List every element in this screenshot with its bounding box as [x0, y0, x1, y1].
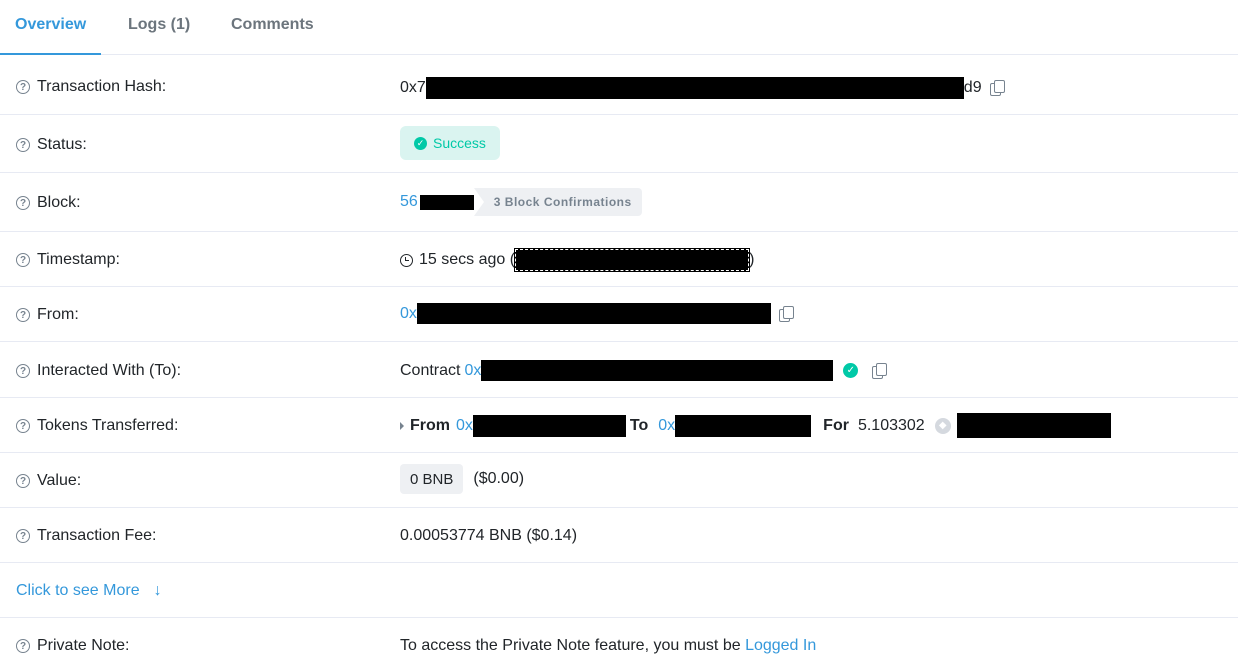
row-status: ? Status: ✓ Success — [0, 115, 1238, 173]
login-link[interactable]: Logged In — [745, 637, 816, 655]
label-text: Interacted With (To): — [37, 362, 182, 379]
row-timestamp: ? Timestamp: 15 secs ago ( ) — [0, 232, 1238, 287]
question-icon: ? — [16, 639, 30, 653]
block-number-link[interactable]: 56 — [400, 193, 418, 211]
contract-address-link[interactable]: 0x — [464, 362, 481, 380]
tx-hash-suffix: d9 — [963, 79, 982, 96]
question-icon: ? — [16, 308, 30, 322]
token-for-label: For — [823, 416, 849, 434]
block-confirmations-badge: 3 Block Confirmations — [473, 188, 642, 216]
interacted-value: Contract 0x ✓ — [400, 360, 888, 381]
label-block: ? Block: — [16, 194, 81, 212]
label-status: ? Status: — [16, 136, 87, 154]
label-transaction-hash: ? Transaction Hash: — [16, 78, 166, 96]
row-value: ? Value: 0 BNB ($0.00) — [0, 453, 1238, 508]
timestamp-ago: 15 secs ago ( — [419, 251, 516, 268]
redacted-block — [514, 248, 751, 272]
value-usd: ($0.00) — [473, 470, 525, 487]
from-value: 0x — [400, 303, 794, 324]
timestamp-close: ) — [749, 251, 755, 268]
tx-hash-prefix: 0x7 — [400, 79, 426, 96]
label-text: Value: — [37, 472, 82, 489]
row-tokens-transferred: ? Tokens Transferred: From 0x To 0x For … — [0, 398, 1238, 453]
row-transaction-fee: ? Transaction Fee: 0.00053774 BNB ($0.14… — [0, 508, 1238, 563]
label-interacted-with: ? Interacted With (To): — [16, 362, 181, 380]
block-value: 56 3 Block Confirmations — [400, 188, 642, 216]
redacted-block — [419, 194, 474, 210]
copy-icon[interactable] — [989, 80, 1005, 96]
status-badge: ✓ Success — [400, 126, 500, 160]
redacted-block — [472, 414, 626, 437]
arrow-down-icon: ↓ — [153, 582, 162, 599]
verified-contract-icon: ✓ — [843, 363, 859, 378]
question-icon: ? — [16, 253, 30, 267]
redacted-block — [956, 413, 1111, 438]
status-value: ✓ Success — [400, 126, 500, 160]
see-more-button[interactable]: Click to see More ↓ — [16, 582, 162, 600]
question-icon: ? — [16, 138, 30, 152]
label-tokens-transferred: ? Tokens Transferred: — [16, 417, 178, 435]
label-text: Status: — [37, 136, 87, 153]
label-text: Private Note: — [37, 637, 130, 654]
label-text: Block: — [37, 194, 81, 211]
label-private-note: ? Private Note: — [16, 637, 129, 655]
label-timestamp: ? Timestamp: — [16, 251, 120, 269]
question-icon: ? — [16, 196, 30, 210]
check-circle-icon: ✓ — [414, 136, 427, 150]
copy-icon[interactable] — [872, 362, 888, 379]
redacted-block — [481, 360, 834, 381]
tx-hash-value: 0x7 d9 — [400, 77, 1005, 99]
fee-text: 0.00053774 BNB ($0.14) — [400, 527, 578, 544]
row-private-note: ? Private Note: To access the Private No… — [0, 618, 1238, 663]
tab-bar: Overview Logs (1) Comments — [0, 0, 1238, 55]
token-to-link[interactable]: 0x — [658, 417, 675, 435]
row-interacted-with: ? Interacted With (To): Contract 0x ✓ — [0, 342, 1238, 398]
label-text: Transaction Hash: — [37, 78, 167, 95]
question-icon: ? — [16, 529, 30, 543]
caret-right-icon[interactable] — [400, 421, 404, 430]
value-amount-badge: 0 BNB — [400, 464, 464, 494]
token-logo-icon: ◆ — [934, 417, 951, 434]
tab-comments[interactable]: Comments — [231, 0, 314, 53]
token-from-label: From — [410, 416, 450, 434]
row-see-more: Click to see More ↓ — [0, 563, 1238, 618]
label-text: Timestamp: — [37, 251, 120, 268]
tokens-value: From 0x To 0x For 5.103302 ◆ — [400, 413, 1111, 438]
timestamp-value: 15 secs ago ( ) — [400, 248, 755, 272]
label-value: ? Value: — [16, 472, 81, 490]
label-from: ? From: — [16, 306, 79, 324]
row-transaction-hash: ? Transaction Hash: 0x7 d9 — [0, 55, 1238, 115]
row-from: ? From: 0x — [0, 287, 1238, 342]
redacted-block — [416, 303, 771, 324]
token-amount: 5.103302 — [857, 416, 925, 434]
fee-value: 0.00053774 BNB ($0.14) — [400, 527, 577, 545]
token-from-link[interactable]: 0x — [456, 417, 473, 435]
private-note-text: To access the Private Note feature, you … — [400, 637, 746, 654]
tab-overview[interactable]: Overview — [0, 0, 102, 55]
question-icon: ? — [16, 80, 30, 94]
label-transaction-fee: ? Transaction Fee: — [16, 527, 156, 545]
label-text: Transaction Fee: — [37, 527, 157, 544]
private-note-value: To access the Private Note feature, you … — [400, 637, 816, 655]
value-value: 0 BNB ($0.00) — [400, 464, 524, 494]
contract-label: Contract — [400, 361, 461, 379]
question-icon: ? — [16, 419, 30, 433]
clock-icon — [400, 253, 413, 267]
token-to-label: To — [629, 416, 649, 434]
see-more-label: Click to see More — [16, 582, 140, 599]
row-block: ? Block: 56 3 Block Confirmations — [0, 173, 1238, 232]
from-address-link[interactable]: 0x — [400, 305, 417, 323]
status-text: Success — [433, 135, 486, 151]
label-text: Tokens Transferred: — [37, 417, 179, 434]
label-text: From: — [37, 306, 79, 323]
copy-icon[interactable] — [778, 305, 794, 322]
redacted-block — [425, 77, 964, 99]
tab-logs[interactable]: Logs (1) — [128, 0, 190, 53]
redacted-block — [675, 414, 812, 437]
question-icon: ? — [16, 474, 30, 488]
question-icon: ? — [16, 364, 30, 378]
